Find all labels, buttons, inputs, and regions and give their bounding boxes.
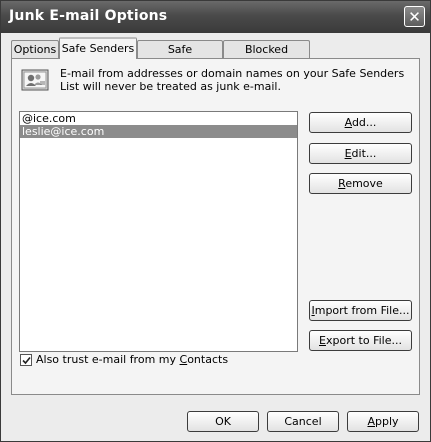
edit-button-label: dit... [351, 147, 377, 160]
trust-contacts-label-before: Also trust e-mail from my [36, 353, 180, 366]
list-item[interactable]: @ice.com [20, 112, 297, 125]
remove-button-label: emove [345, 177, 383, 190]
trust-contacts-label-after: ontacts [187, 353, 229, 366]
tab-safe-recipients[interactable]: Safe Recipients [137, 40, 223, 73]
trust-contacts-checkbox[interactable] [20, 354, 32, 366]
address-card-icon [21, 69, 49, 91]
import-from-file-button[interactable]: Import from File... [309, 300, 412, 321]
safe-senders-list[interactable]: @ice.com leslie@ice.com [19, 111, 298, 352]
add-button-label: dd... [351, 116, 377, 129]
remove-button[interactable]: Remove [309, 173, 412, 194]
import-button-label: mport from File... [314, 304, 410, 317]
add-button[interactable]: Add... [309, 112, 412, 133]
close-button[interactable]: ✕ [404, 6, 425, 27]
export-to-file-button[interactable]: Export to File... [309, 330, 412, 351]
ok-button[interactable]: OK [187, 411, 259, 432]
edit-button-accesskey: E [344, 147, 352, 160]
export-button-label: xport to File... [325, 334, 402, 347]
tab-blocked-senders[interactable]: Blocked Senders [223, 40, 310, 73]
trust-contacts-label: Also trust e-mail from my Contacts [36, 353, 228, 366]
list-item[interactable]: leslie@ice.com [20, 125, 297, 138]
description-text: E-mail from addresses or domain names on… [60, 67, 405, 93]
tab-safe-senders[interactable]: Safe Senders [59, 37, 137, 59]
apply-button-label: pply [375, 415, 399, 428]
safe-senders-panel: E-mail from addresses or domain names on… [11, 58, 420, 395]
apply-button-accesskey: A [367, 415, 375, 428]
window-title: Junk E-mail Options [9, 8, 168, 24]
title-bar[interactable]: Junk E-mail Options ✕ [1, 1, 430, 33]
apply-button[interactable]: Apply [347, 411, 419, 432]
export-button-accesskey: E [319, 334, 326, 347]
tab-options[interactable]: Options [11, 40, 59, 58]
checkmark-icon [22, 356, 31, 365]
junk-email-options-dialog: Junk E-mail Options ✕ Options Safe Sende… [0, 0, 431, 442]
cancel-button[interactable]: Cancel [267, 411, 339, 432]
edit-button[interactable]: Edit... [309, 143, 412, 164]
add-button-accesskey: A [344, 116, 352, 129]
close-icon: ✕ [408, 8, 421, 26]
